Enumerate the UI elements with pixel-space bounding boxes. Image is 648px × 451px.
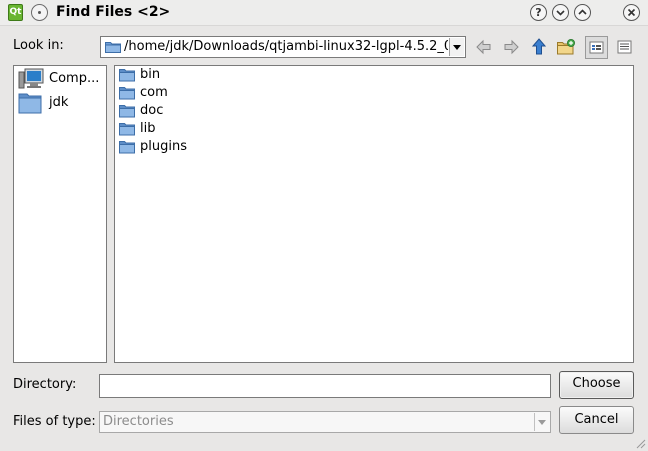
look-in-label: Look in: — [13, 38, 64, 53]
dropdown-arrow-icon[interactable] — [534, 413, 549, 431]
sidebar-item-jdk[interactable]: jdk — [18, 92, 104, 114]
parent-directory-button[interactable] — [529, 37, 549, 57]
sidebar-item-label: jdk — [49, 95, 69, 110]
sidebar-item-label: Comp... — [49, 71, 100, 86]
chevron-up-icon — [578, 9, 587, 15]
dropdown-arrow-icon[interactable] — [449, 38, 464, 56]
folder-icon — [119, 105, 135, 118]
file-name: plugins — [140, 139, 187, 154]
help-button[interactable]: ? — [530, 4, 547, 21]
qt-app-icon: Qt — [8, 4, 23, 21]
file-name: doc — [140, 103, 164, 118]
files-of-type-label: Files of type: — [13, 414, 96, 429]
resize-grip-icon[interactable] — [634, 437, 646, 449]
directory-input[interactable] — [99, 374, 551, 398]
sidebar-places[interactable]: Comp... jdk — [13, 65, 107, 363]
back-arrow-icon — [476, 39, 491, 55]
detail-view-icon — [617, 40, 632, 54]
cancel-button[interactable]: Cancel — [559, 406, 634, 434]
folder-icon — [119, 141, 135, 154]
list-item[interactable]: com — [119, 84, 319, 102]
window-title: Find Files <2> — [56, 4, 171, 20]
up-arrow-icon — [531, 38, 547, 55]
sidebar-item-computer[interactable]: Comp... — [18, 68, 104, 90]
forward-button[interactable] — [501, 37, 521, 57]
list-view-icon — [589, 41, 604, 54]
close-button[interactable] — [623, 4, 640, 21]
back-button[interactable] — [474, 37, 494, 57]
file-name: com — [140, 85, 168, 100]
file-list[interactable]: bin com doc lib plugins — [114, 65, 634, 363]
chevron-down-icon — [556, 10, 565, 16]
folder-icon — [119, 87, 135, 100]
minimize-button[interactable] — [552, 4, 569, 21]
folder-icon — [119, 123, 135, 136]
new-folder-icon — [557, 39, 575, 55]
files-of-type-value: Directories — [103, 414, 174, 429]
maximize-button[interactable] — [574, 4, 591, 21]
folder-icon — [18, 93, 42, 114]
look-in-path: /home/jdk/Downloads/qtjambi-linux32-lgpl… — [124, 39, 448, 54]
file-name: lib — [140, 121, 156, 136]
computer-icon — [18, 68, 44, 89]
directory-label: Directory: — [13, 377, 77, 392]
list-item[interactable]: plugins — [119, 138, 319, 156]
list-item[interactable]: doc — [119, 102, 319, 120]
create-new-folder-button[interactable] — [556, 37, 576, 57]
folder-icon — [119, 69, 135, 82]
close-icon — [627, 8, 636, 17]
detail-view-button[interactable] — [613, 36, 636, 59]
folder-icon — [105, 42, 121, 53]
list-item[interactable]: lib — [119, 120, 319, 138]
forward-arrow-icon — [504, 39, 519, 55]
list-view-button[interactable] — [585, 36, 608, 59]
file-name: bin — [140, 67, 161, 82]
choose-button[interactable]: Choose — [559, 371, 634, 399]
list-item[interactable]: bin — [119, 66, 319, 84]
files-of-type-combobox[interactable]: Directories — [99, 411, 551, 433]
look-in-combobox[interactable]: /home/jdk/Downloads/qtjambi-linux32-lgpl… — [100, 36, 466, 58]
window-menu-button[interactable] — [31, 4, 48, 21]
